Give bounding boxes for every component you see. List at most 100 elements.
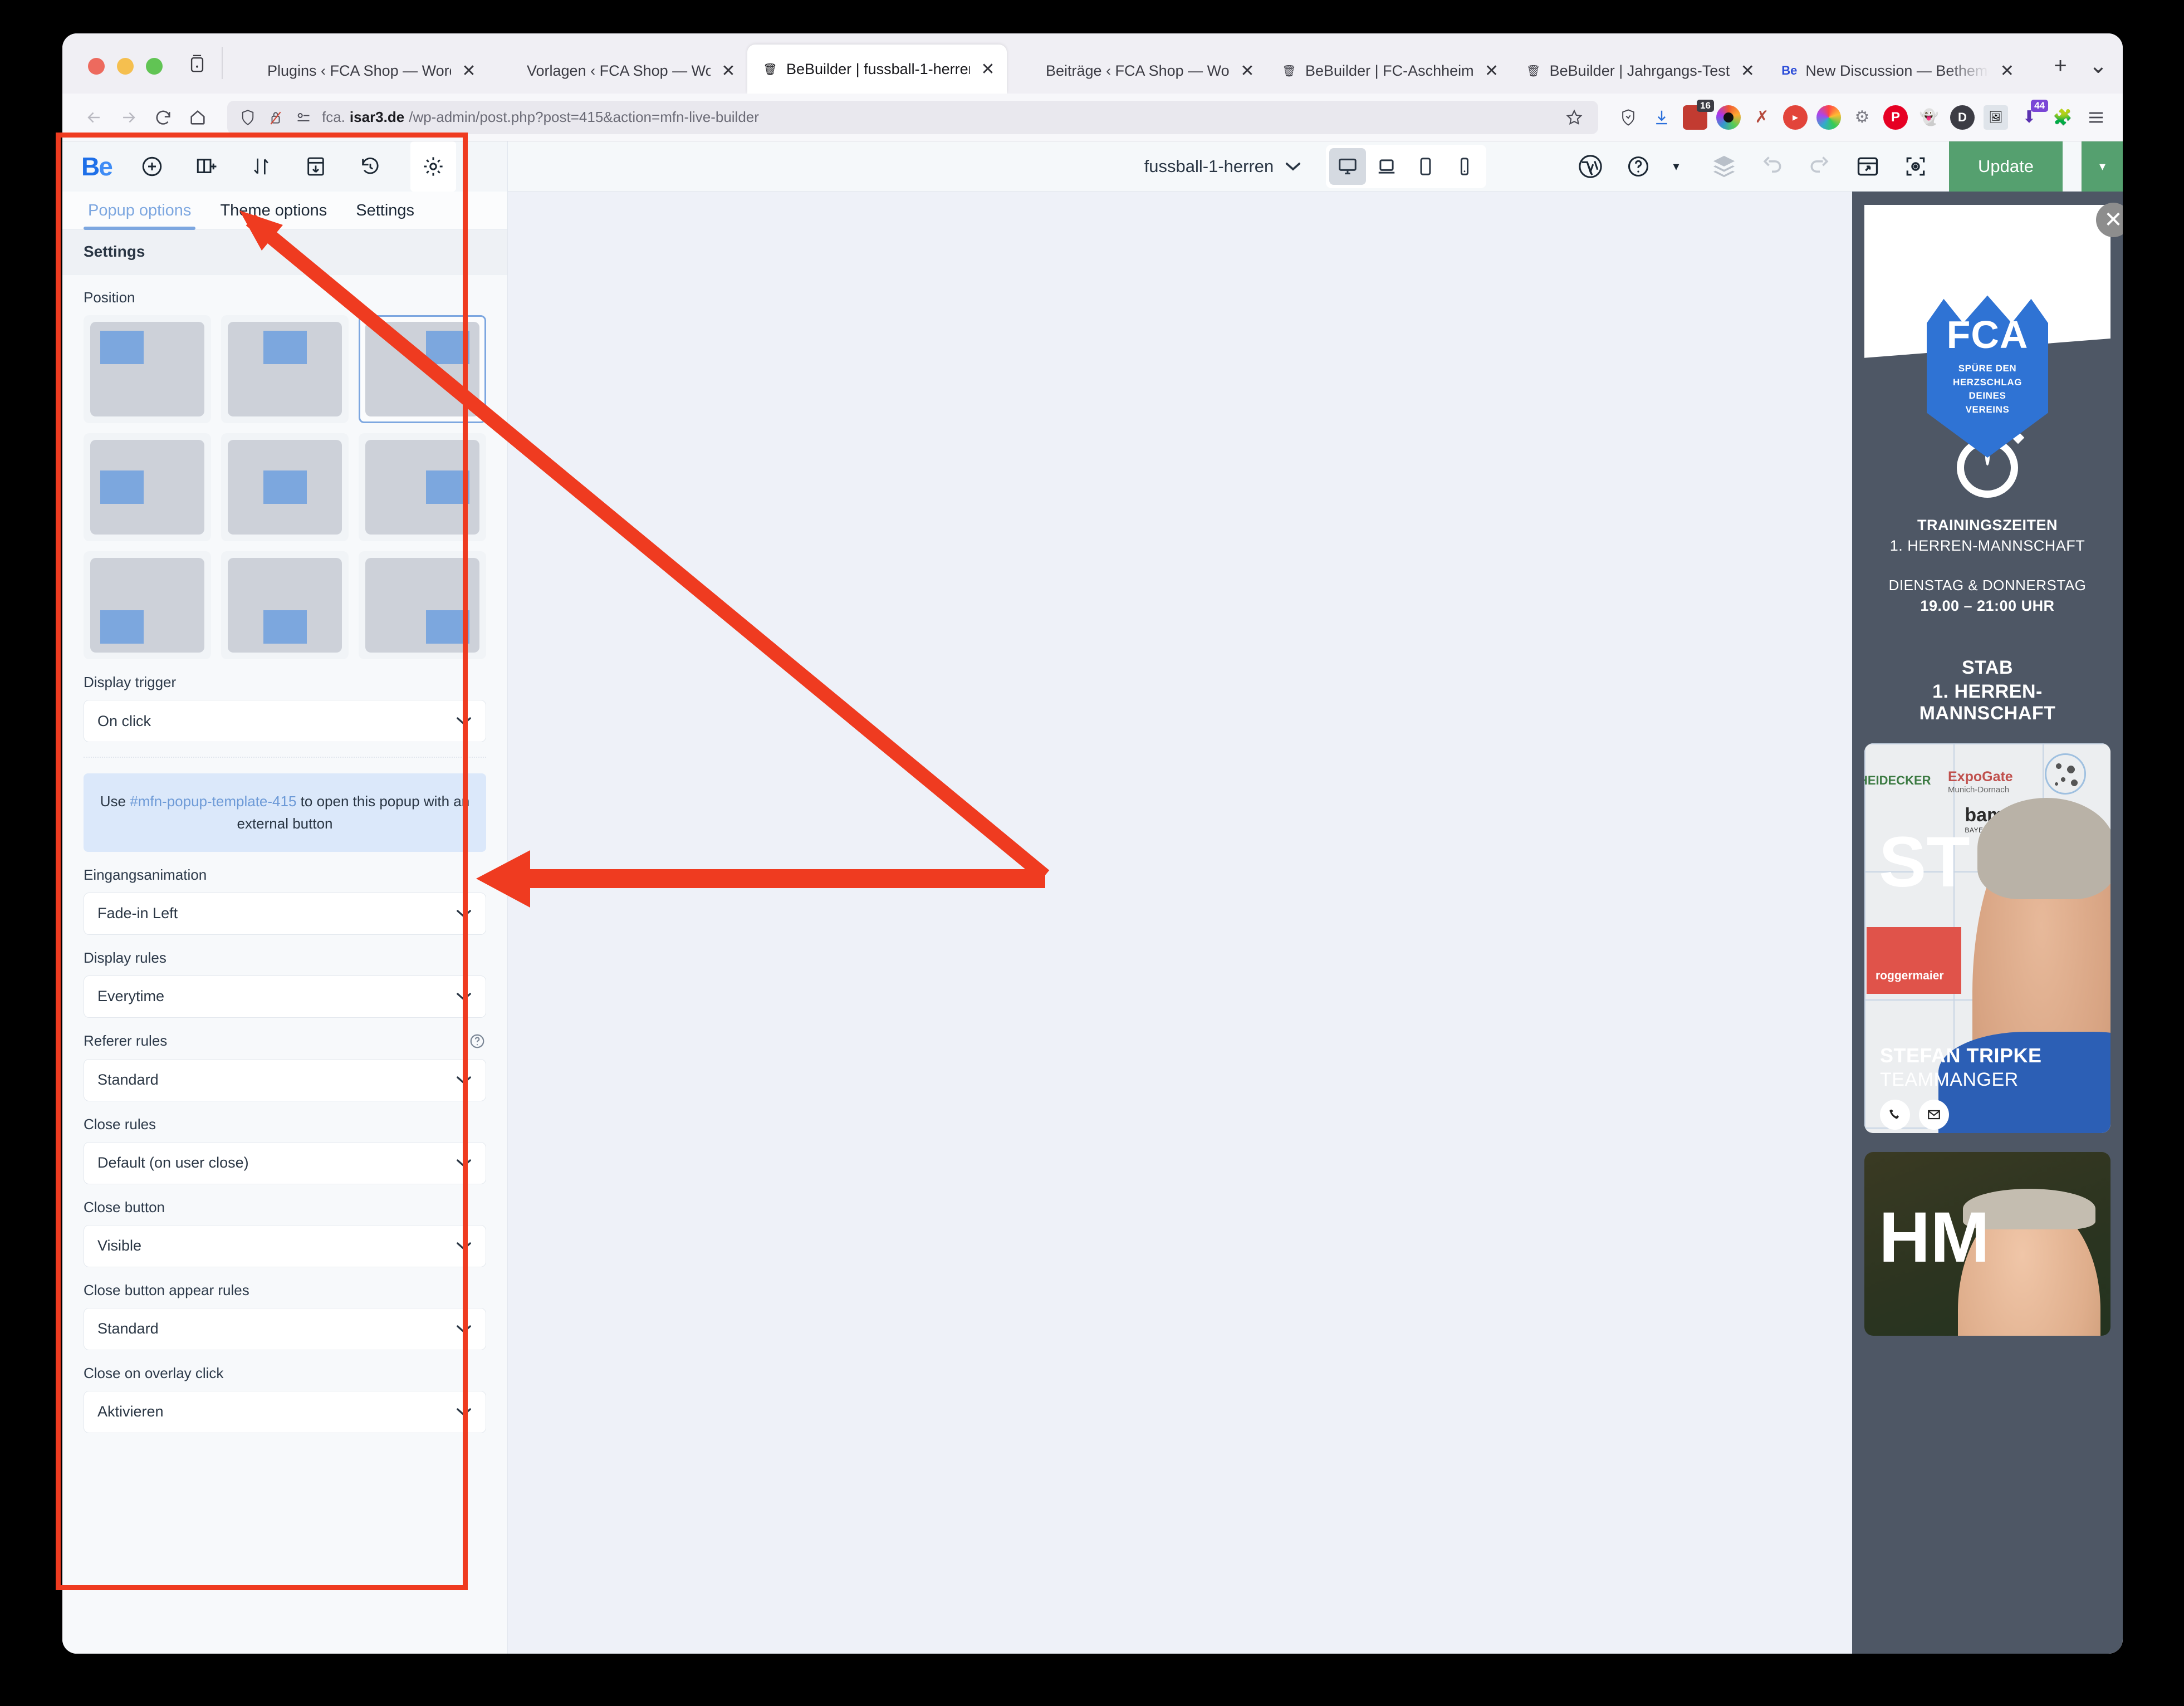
staff-subtitle: 1. HERREN-MANNSCHAFT [1919,681,2056,724]
device-desktop-button[interactable] [1329,148,1367,185]
device-switcher [1326,144,1487,188]
pocket-badge-count: 16 [1697,99,1714,112]
staff-card[interactable]: HM [1864,1152,2110,1336]
forward-button[interactable] [111,100,146,135]
color-picker-extension-icon[interactable] [1816,105,1841,130]
permissions-icon[interactable] [294,108,313,127]
xmarks-extension-icon[interactable]: ✗ [1750,105,1774,130]
dashlane-extension-icon[interactable]: D [1950,105,1975,130]
browser-tab[interactable]: Beiträge ‹ FCA Shop — WordPress ✕ [1007,48,1266,94]
crest-slogan-line: SPÜRE DEN [1958,363,2017,374]
training-times-block: TRAININGSZEITEN 1. HERREN-MANNSCHAFT DIE… [1852,425,2123,724]
tab-favicon: Be [1781,63,1798,77]
tab-close-icon[interactable]: ✕ [1997,61,2017,81]
crest-slogan: SPÜRE DEN HERZSCHLAG DEINES VEREINS [1953,362,2022,417]
help-icon[interactable] [1624,152,1653,181]
preview-icon[interactable] [1853,152,1882,181]
maximize-window-button[interactable] [146,58,163,75]
update-button[interactable]: Update [1949,141,2063,192]
staff-title: STAB [1961,657,2014,678]
phone-icon[interactable] [1880,1100,1910,1130]
pinterest-extension-icon[interactable]: P [1883,105,1908,130]
back-button[interactable] [77,100,111,135]
tab-list-icon[interactable] [182,48,213,79]
crest-title: FCA [1946,313,2029,356]
staff-name: STEFAN TRIPKE [1880,1044,2042,1067]
tab-favicon [243,62,259,79]
wordpress-icon[interactable] [1576,152,1605,181]
reload-button[interactable] [146,100,180,135]
redo-icon[interactable] [1805,152,1834,181]
crest-slogan-line: HERZSCHLAG [1952,376,2023,388]
training-subtitle: 1. HERREN-MANNSCHAFT [1889,537,2085,554]
new-tab-button[interactable]: + [2045,50,2076,81]
fullscreen-icon[interactable] [1901,152,1930,181]
close-window-button[interactable] [88,58,105,75]
staff-initials: HM [1879,1198,1990,1277]
downloads-icon[interactable] [1649,105,1674,130]
tab-favicon: 🗑 [763,63,777,76]
browser-tab-active[interactable]: 🗑 BeBuilder | fussball-1-herren ✕ [747,45,1007,94]
sponsor-logo-bam-dots [2045,753,2086,795]
mail-icon[interactable] [1919,1100,1949,1130]
tab-close-icon[interactable]: ✕ [1482,61,1502,81]
browser-tab[interactable]: 🗑 BeBuilder | FC-Aschheim ✕ [1266,48,1511,94]
chevron-down-icon[interactable]: ▾ [1662,152,1691,181]
canvas-right-tools: ▾ Update ▾ [1554,141,2123,192]
sponsor-expogate-sub: Munich-Dornach [1948,785,2010,795]
ghost-extension-icon[interactable]: 👻 [1917,105,1941,130]
device-tablet-button[interactable] [1407,148,1444,185]
settings-gear-extension-icon[interactable]: ⚙ [1850,105,1874,130]
canvas-toolbar: fussball-1-herren ▾ Update ▾ [508,141,2123,192]
page-title-dropdown[interactable]: fussball-1-herren [1144,156,1302,177]
tab-favicon [502,62,519,79]
tab-close-icon[interactable]: ✕ [978,59,998,79]
crest-slogan-line: VEREINS [1965,404,2010,415]
minimize-window-button[interactable] [117,58,134,75]
browser-tab[interactable]: Be New Discussion — Betheme Sup ✕ [1766,48,2026,94]
browser-tab[interactable]: Vorlagen ‹ FCA Shop — WordPress ✕ [488,48,747,94]
device-laptop-button[interactable] [1368,148,1405,185]
staff-contact-actions [1880,1100,1949,1130]
training-title: TRAININGSZEITEN [1917,517,2058,533]
tab-title: BeBuilder | fussball-1-herren [786,60,970,77]
tab-title: Vorlagen ‹ FCA Shop — WordPress [527,62,711,79]
pocket-extension-icon[interactable]: 16 [1683,99,1714,130]
browser-tab[interactable]: Plugins ‹ FCA Shop — WordPress ✕ [228,48,488,94]
sponsor-logo-roggermaier: roggermaier [1867,927,1961,994]
device-mobile-button[interactable] [1446,148,1483,185]
layers-icon[interactable] [1710,152,1739,181]
staff-role: TEAMMANGER [1880,1069,2019,1090]
url-path: /wp-admin/post.php?post=415&action=mfn-l… [409,109,759,125]
shield-icon[interactable] [238,108,257,127]
tab-title: BeBuilder | Jahrgangs-Test [1549,62,1730,79]
tab-favicon [1021,62,1038,79]
sponsor-expogate-name: ExpoGate [1948,769,2013,785]
bookmark-star-icon[interactable] [1561,105,1587,130]
undo-icon[interactable] [1757,152,1786,181]
image-extension-icon[interactable]: 🖼 [1984,105,2008,130]
purple-download-extension-icon[interactable]: ⬇ 44 [2017,99,2048,130]
chevron-down-icon[interactable]: ⌄ [2083,50,2114,81]
tab-close-icon[interactable]: ✕ [1737,61,1757,81]
crest-slogan-line: DEINES [1968,390,2006,401]
chevron-down-icon [1285,161,1301,171]
staff-card[interactable]: HEIDECKER ExpoGate Munich-Dornach bam BA… [1864,743,2110,1133]
extensions-puzzle-icon[interactable]: 🧩 [2050,105,2075,130]
red-oval-extension-icon[interactable]: ▸ [1783,105,1808,130]
home-button[interactable] [180,100,215,135]
download-badge-count: 44 [2031,99,2048,112]
tab-favicon: 🗑 [1282,65,1296,77]
help-circle-icon[interactable] [468,1032,486,1050]
browser-tab[interactable]: 🗑 BeBuilder | Jahrgangs-Test ✕ [1511,48,1767,94]
tab-close-icon[interactable]: ✕ [459,61,479,81]
tab-close-icon[interactable]: ✕ [718,61,738,81]
shield-extension-icon[interactable] [1616,105,1641,130]
lock-crossed-icon[interactable] [266,108,285,127]
address-bar[interactable]: fca.fca.isar3.de isar3.de /wp-admin/post… [227,100,1598,134]
page-title: fussball-1-herren [1144,156,1274,176]
tab-close-icon[interactable]: ✕ [1237,61,1257,81]
update-dropdown-caret[interactable]: ▾ [2082,141,2123,192]
camera-extension-icon[interactable] [1716,105,1741,130]
app-menu-icon[interactable] [2084,105,2108,130]
